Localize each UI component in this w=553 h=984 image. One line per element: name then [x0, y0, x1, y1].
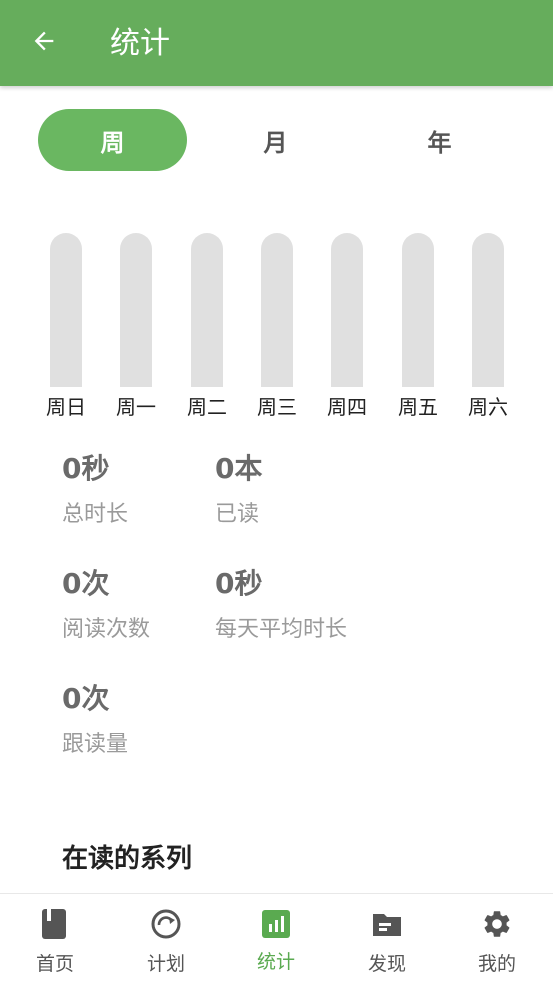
books-read-value: 0本	[215, 452, 263, 485]
back-button[interactable]	[24, 23, 64, 63]
tab-year[interactable]: 年	[365, 109, 514, 171]
bar-day-label: 周四	[327, 395, 367, 419]
arrow-left-icon	[30, 27, 58, 59]
bar-chart-icon	[260, 908, 292, 940]
follow-read-label: 跟读量	[62, 732, 129, 757]
daily-average-value: 0秒	[215, 567, 263, 600]
bar-day-label: 周六	[468, 395, 508, 419]
nav-discover-label: 发现	[367, 953, 406, 975]
total-duration-value: 0秒	[62, 452, 110, 485]
bottom-nav: 首页 计划 统计 发现 我的	[0, 893, 553, 984]
bar-track	[191, 233, 223, 387]
bar-track	[120, 233, 152, 387]
tab-week[interactable]: 周	[38, 109, 187, 171]
bar-track	[472, 233, 504, 387]
nav-stats-label: 统计	[256, 951, 295, 973]
app-bar: 统计	[0, 0, 553, 86]
book-icon	[39, 908, 71, 940]
refresh-clock-icon	[150, 908, 182, 940]
tab-month[interactable]: 月	[201, 109, 350, 171]
bar-track	[50, 233, 82, 387]
total-duration-label: 总时长	[62, 502, 129, 527]
bar-day-label: 周日	[46, 395, 86, 419]
follow-read-value: 0次	[62, 682, 110, 715]
folder-icon	[371, 908, 403, 940]
page-title: 统计	[110, 26, 170, 61]
nav-mine[interactable]: 我的	[442, 894, 552, 984]
bar-day-label: 周一	[116, 395, 156, 419]
reading-series-heading: 在读的系列	[62, 844, 193, 874]
nav-plan-label: 计划	[146, 953, 185, 975]
books-read-label: 已读	[215, 502, 260, 527]
bar-track	[402, 233, 434, 387]
nav-plan[interactable]: 计划	[111, 894, 221, 984]
gear-icon	[481, 908, 513, 940]
bar-track	[331, 233, 363, 387]
reading-count-value: 0次	[62, 567, 110, 600]
nav-mine-label: 我的	[477, 953, 516, 975]
nav-discover[interactable]: 发现	[332, 894, 442, 984]
daily-average-label: 每天平均时长	[215, 617, 348, 642]
nav-stats[interactable]: 统计	[221, 894, 331, 984]
nav-home-label: 首页	[35, 953, 74, 975]
bar-day-label: 周五	[398, 395, 438, 419]
bar-track	[261, 233, 293, 387]
nav-home[interactable]: 首页	[0, 894, 110, 984]
bar-day-label: 周三	[257, 395, 297, 419]
bar-day-label: 周二	[187, 395, 227, 419]
reading-count-label: 阅读次数	[62, 617, 151, 642]
